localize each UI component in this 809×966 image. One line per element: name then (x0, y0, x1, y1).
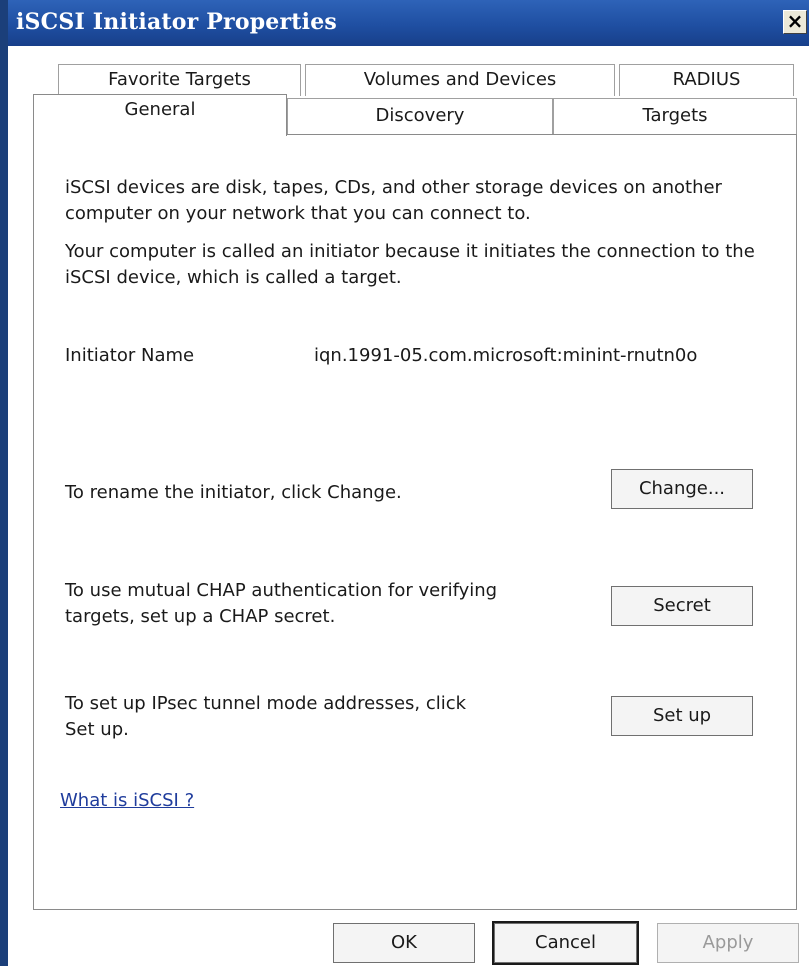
window-left-border (0, 0, 8, 966)
tab-label: General (124, 99, 196, 120)
setup-button[interactable]: Set up (611, 696, 753, 736)
tab-label: Discovery (375, 105, 465, 126)
chap-instruction: To use mutual CHAP authentication for ve… (65, 580, 498, 627)
tab-label: RADIUS (672, 69, 741, 90)
tab-label: Favorite Targets (108, 69, 251, 90)
ok-button[interactable]: OK (333, 923, 475, 963)
ipsec-instruction: To set up IPsec tunnel mode addresses, c… (65, 693, 467, 740)
tab-label: Targets (642, 105, 708, 126)
tab-targets[interactable]: Targets (553, 98, 797, 134)
cancel-button[interactable]: Cancel (492, 921, 639, 965)
intro-text-initiator: Your computer is called an initiator bec… (65, 241, 755, 288)
initiator-name-value: iqn.1991-05.com.microsoft:minint-rnutn0o (314, 345, 698, 366)
secret-button[interactable]: Secret (611, 586, 753, 626)
general-tab-panel: iSCSI devices are disk, tapes, CDs, and … (33, 134, 797, 910)
tab-discovery[interactable]: Discovery (287, 98, 553, 134)
change-button[interactable]: Change... (611, 469, 753, 509)
tab-favorite-targets[interactable]: Favorite Targets (58, 64, 301, 96)
close-button[interactable]: × (783, 10, 807, 34)
tab-general[interactable]: General (33, 94, 287, 136)
title-bar[interactable]: iSCSI Initiator Properties × (8, 0, 809, 46)
window-title: iSCSI Initiator Properties (16, 9, 337, 35)
initiator-name-label: Initiator Name (65, 345, 195, 366)
apply-button[interactable]: Apply (657, 923, 799, 963)
close-icon: × (786, 9, 804, 33)
intro-text-devices: iSCSI devices are disk, tapes, CDs, and … (65, 177, 722, 224)
tab-volumes-and-devices[interactable]: Volumes and Devices (305, 64, 615, 96)
rename-instruction: To rename the initiator, click Change. (65, 482, 402, 503)
what-is-iscsi-link[interactable]: What is iSCSI ? (60, 790, 194, 811)
tab-label: Volumes and Devices (363, 69, 557, 90)
dialog-window: iSCSI Initiator Properties × Favorite Ta… (0, 0, 809, 966)
tab-radius[interactable]: RADIUS (619, 64, 794, 96)
